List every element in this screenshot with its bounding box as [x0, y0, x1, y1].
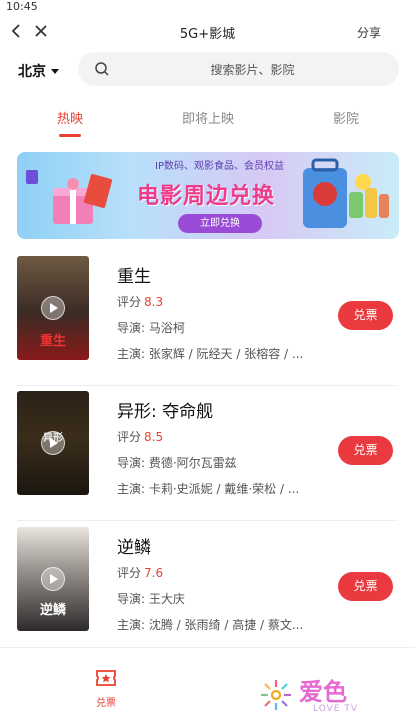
- city-selector[interactable]: 北京: [18, 61, 59, 81]
- watermark-subtext: LOVE TV: [313, 704, 358, 714]
- tab-now-showing[interactable]: 热映: [30, 108, 110, 127]
- share-button[interactable]: 分享: [357, 24, 381, 41]
- redeem-ticket-button[interactable]: 兑票: [338, 301, 393, 330]
- redeem-ticket-button[interactable]: 兑票: [338, 436, 393, 465]
- flower-logo-icon: [261, 680, 291, 710]
- movie-score: 评分 8.3: [117, 295, 164, 309]
- play-icon[interactable]: [41, 296, 65, 320]
- caret-down-icon: [51, 68, 59, 74]
- divider: [17, 520, 398, 521]
- bottom-divider: [0, 647, 415, 648]
- movie-poster[interactable]: 重生: [17, 256, 89, 360]
- movie-score: 评分 7.6: [117, 566, 164, 580]
- movie-title: 重生: [117, 267, 151, 287]
- search-bar[interactable]: 搜索影片、影院: [78, 52, 399, 86]
- tab-coming-soon[interactable]: 即将上映: [168, 108, 248, 127]
- movie-cast: 主演: 沈腾 / 张雨绮 / 高捷 / 蔡文...: [117, 618, 304, 632]
- movie-item[interactable]: 异形 异形: 夺命舰 评分 8.5 导演: 费德·阿尔瓦雷兹 主演: 卡莉·史派妮…: [0, 391, 415, 521]
- status-time: 10:45: [6, 0, 38, 13]
- movie-title: 异形: 夺命舰: [117, 402, 214, 422]
- movie-poster[interactable]: 逆鳞: [17, 527, 89, 631]
- movie-item[interactable]: 逆鳞 逆鳞 评分 7.6 导演: 王大庆 主演: 沈腾 / 张雨绮 / 高捷 / …: [0, 527, 415, 657]
- bottom-tab-label: 兑票: [96, 698, 116, 709]
- page-title: 5G+影城: [179, 27, 236, 42]
- movie-director: 导演: 马浴柯: [117, 321, 185, 335]
- city-label: 北京: [18, 64, 46, 80]
- movie-cast: 主演: 张家辉 / 阮经天 / 张榕容 / ...: [117, 347, 304, 361]
- banner-subtitle: IP数码、观影食品、会员权益: [155, 161, 284, 172]
- watermark-logo: 爱色 LOVE TV: [257, 672, 377, 718]
- tab-indicator: [59, 134, 81, 137]
- gift-box-icon: [53, 174, 113, 224]
- score-value: 8.3: [144, 295, 164, 309]
- redeem-now-button[interactable]: 立即兑换: [178, 214, 262, 233]
- tab-bar: 热映 即将上映 影院: [0, 104, 415, 137]
- banner-arrow-icon: [26, 170, 38, 184]
- tab-cinemas[interactable]: 影院: [306, 108, 386, 127]
- play-icon[interactable]: [41, 567, 65, 591]
- divider: [17, 385, 398, 386]
- promo-banner[interactable]: IP数码、观影食品、会员权益 电影周边兑换 立即兑换: [17, 152, 399, 239]
- bottom-tab-redeem[interactable]: 兑票: [86, 668, 126, 709]
- movie-cast: 主演: 卡莉·史派妮 / 戴维·荣松 / ...: [117, 482, 300, 496]
- status-bar: 10:45: [0, 0, 415, 14]
- banner-title: 电影周边兑换: [137, 184, 276, 209]
- top-navbar: 5G+影城 分享: [0, 14, 415, 50]
- poster-title: 重生: [39, 334, 66, 349]
- watermark-text: 爱色: [299, 678, 347, 706]
- search-placeholder: 搜索影片、影院: [210, 63, 295, 77]
- score-value: 7.6: [144, 566, 164, 580]
- ticket-icon: [96, 670, 116, 686]
- movie-title: 逆鳞: [117, 538, 151, 558]
- play-icon[interactable]: [41, 431, 65, 455]
- redeem-ticket-button[interactable]: 兑票: [338, 572, 393, 601]
- movie-director: 导演: 费德·阿尔瓦雷兹: [117, 456, 237, 470]
- movie-poster[interactable]: 异形: [17, 391, 89, 495]
- movie-score: 评分 8.5: [117, 430, 164, 444]
- score-value: 8.5: [144, 430, 164, 444]
- movie-director: 导演: 王大庆: [117, 592, 185, 606]
- poster-title: 逆鳞: [39, 603, 66, 618]
- suitcase-icon: [303, 158, 389, 228]
- movie-item[interactable]: 重生 重生 评分 8.3 导演: 马浴柯 主演: 张家辉 / 阮经天 / 张榕容 …: [0, 256, 415, 386]
